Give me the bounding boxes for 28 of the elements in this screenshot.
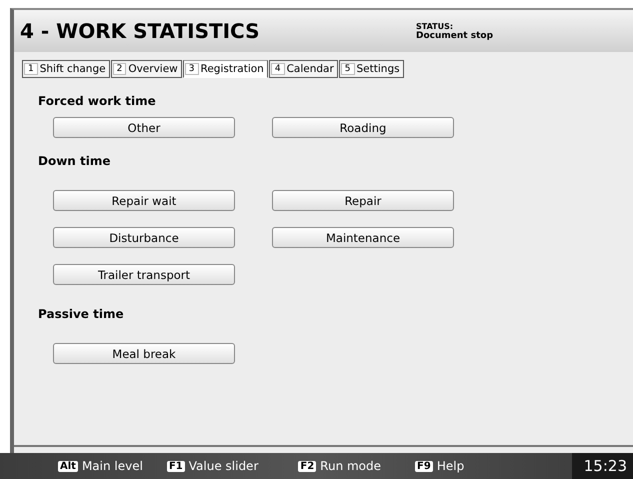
category-button[interactable]: Repair wait <box>53 190 235 211</box>
category-button[interactable]: Maintenance <box>272 227 454 248</box>
key-badge: Alt <box>58 460 78 472</box>
category-button[interactable]: Disturbance <box>53 227 235 248</box>
section-heading: Passive time <box>38 307 125 323</box>
tab[interactable]: 4 Calendar <box>268 60 338 78</box>
category-button[interactable]: Roading <box>272 117 454 138</box>
tab[interactable]: 5 Settings <box>338 60 404 78</box>
status-label: STATUS: <box>416 22 454 30</box>
category-button[interactable]: Trailer transport <box>53 264 235 285</box>
shortcut-label: Run mode <box>320 459 382 473</box>
shortcut-label: Value slider <box>188 459 258 473</box>
tab[interactable]: 2 Overview <box>110 60 182 78</box>
key-badge: F9 <box>415 460 433 472</box>
status-value: Document stop <box>416 30 494 40</box>
shortcut-label: Main level <box>82 459 143 473</box>
tab[interactable]: 3 Registration <box>182 60 268 78</box>
key-badge: F1 <box>166 460 185 472</box>
section-heading: Forced work time <box>38 94 157 110</box>
key-badge: F2 <box>298 460 316 472</box>
window-title: 4 - WORK STATISTICS <box>20 19 261 43</box>
section-heading: Down time <box>38 154 112 170</box>
category-button[interactable]: Repair <box>272 190 454 211</box>
tab[interactable]: 1 Shift change <box>22 60 110 78</box>
category-button[interactable]: Meal break <box>53 343 235 364</box>
clock: 15:23 <box>572 453 633 479</box>
shortcut-label: Help <box>436 459 464 473</box>
category-button[interactable]: Other <box>53 117 235 138</box>
